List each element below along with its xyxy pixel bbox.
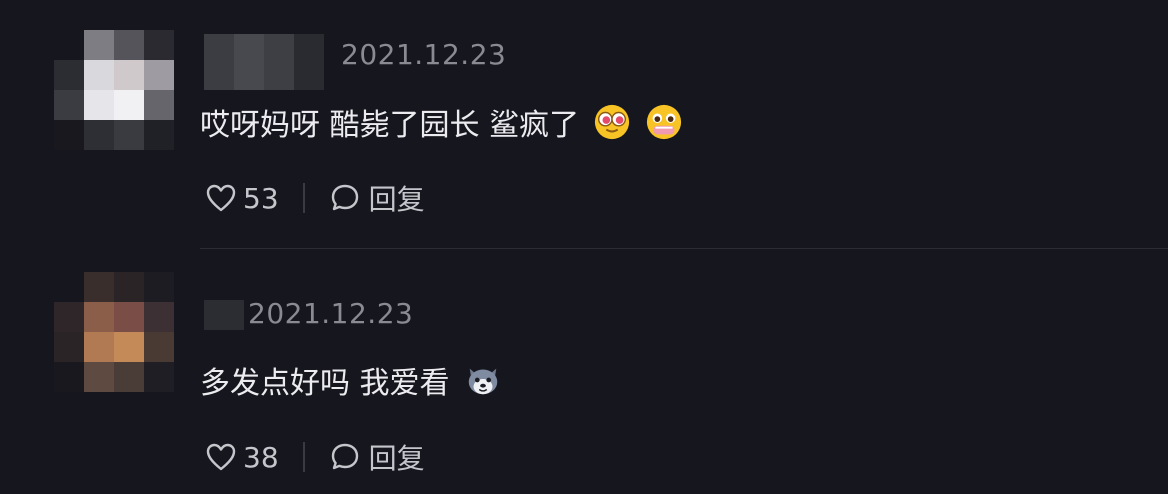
comment-text: 多发点好吗 我爱看 (200, 358, 502, 402)
action-divider (302, 442, 305, 472)
heart-icon (206, 443, 236, 471)
heart-icon (206, 184, 236, 212)
heart-eyes-emoji (594, 104, 630, 140)
comment-date: 2021.12.23 (341, 38, 507, 71)
reply-button[interactable]: 回复 (329, 178, 425, 218)
like-count: 38 (243, 440, 279, 474)
username-blurred[interactable] (204, 300, 244, 330)
comment-body: 多发点好吗 我爱看 (200, 366, 450, 401)
comment-divider (200, 248, 1168, 249)
action-divider (302, 183, 305, 213)
avatar[interactable] (54, 272, 174, 392)
avatar[interactable] (54, 30, 174, 150)
reply-label: 回复 (368, 183, 425, 216)
reply-label: 回复 (368, 442, 425, 475)
comment-actions: 53 回复 (205, 178, 425, 218)
speech-bubble-icon (331, 443, 358, 470)
comment-body: 哎呀妈呀 酷毙了园长 鲨疯了 (200, 108, 580, 143)
speech-bubble-icon (331, 184, 358, 211)
reply-button[interactable]: 回复 (329, 437, 425, 477)
comment-date: 2021.12.23 (248, 297, 414, 330)
comment-text: 哎呀妈呀 酷毙了园长 鲨疯了 (200, 100, 683, 144)
pleading-tears-emoji (646, 104, 682, 140)
like-button[interactable]: 38 (205, 441, 279, 474)
husky-dog-emoji (468, 368, 497, 395)
username-blurred[interactable] (204, 34, 324, 90)
like-count: 53 (243, 181, 279, 215)
like-button[interactable]: 53 (205, 182, 279, 215)
comment-list: 2021.12.23 哎呀妈呀 酷毙了园长 鲨疯了 53 回复 2021.12.… (0, 0, 1168, 494)
comment-actions: 38 回复 (205, 437, 425, 477)
